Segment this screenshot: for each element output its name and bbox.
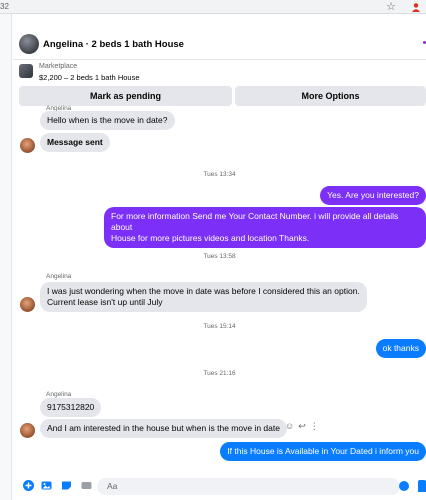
outgoing-message[interactable]: If this House is Available in Your Dated… — [220, 442, 426, 461]
emoji-icon[interactable] — [399, 481, 409, 491]
listing-summary[interactable]: Marketplace $2,200 – 2 beds 1 bath House — [13, 61, 426, 85]
timestamp: Tues 21:16 — [203, 370, 236, 377]
outgoing-message[interactable]: Yes. Are you interested? — [320, 186, 426, 205]
chat-window: Angelina · 2 beds 1 bath House Marketpla… — [13, 30, 426, 500]
message-composer: Aa — [13, 476, 426, 500]
message-line: I was just wondering when the move in da… — [47, 286, 360, 296]
tab-fragment: 32 — [0, 2, 9, 11]
message-actions: ☺ ↩ ⋮ — [285, 421, 319, 432]
browser-toolbar: 32 ☆ — [0, 0, 426, 14]
sender-avatar[interactable] — [20, 138, 35, 153]
message-thread: Angelina Hello when is the move in date?… — [13, 105, 426, 477]
more-options-button[interactable]: More Options — [235, 86, 426, 106]
left-sidebar-edge — [0, 14, 12, 500]
photo-icon[interactable] — [41, 480, 52, 491]
reply-icon[interactable]: ↩ — [298, 421, 306, 432]
incoming-message[interactable]: Hello when is the move in date? — [40, 111, 175, 130]
outgoing-message[interactable]: ok thanks — [375, 339, 426, 358]
message-line: House for more pictures videos and locat… — [111, 233, 310, 243]
incoming-message[interactable]: Message sent — [40, 133, 110, 152]
listing-thumbnail[interactable] — [19, 64, 33, 78]
message-sender: Angelina — [46, 391, 72, 398]
timestamp: Tues 15:14 — [203, 323, 236, 330]
profile-icon[interactable] — [411, 2, 421, 12]
sender-avatar[interactable] — [20, 297, 35, 312]
message-sender: Angelina — [46, 273, 72, 280]
timestamp: Tues 13:34 — [203, 171, 236, 178]
incoming-message[interactable]: I was just wondering when the move in da… — [40, 282, 367, 312]
plus-icon[interactable] — [23, 480, 34, 491]
bookmark-star-icon[interactable]: ☆ — [386, 0, 396, 13]
like-icon[interactable] — [418, 480, 426, 492]
listing-source: Marketplace — [39, 63, 78, 70]
contact-avatar[interactable] — [19, 34, 39, 54]
gif-icon[interactable] — [81, 480, 92, 491]
chat-title[interactable]: Angelina · 2 beds 1 bath House — [43, 39, 184, 50]
incoming-message[interactable]: And I am interested in the house but whe… — [40, 419, 287, 438]
incoming-message[interactable]: 9175312820 — [40, 398, 102, 417]
message-input[interactable]: Aa — [97, 478, 400, 495]
message-line: For more information Send me Your Contac… — [111, 211, 399, 232]
more-icon[interactable]: ⋮ — [310, 421, 319, 432]
react-emoji-icon[interactable]: ☺ — [285, 421, 294, 432]
listing-description: $2,200 – 2 beds 1 bath House — [39, 73, 140, 82]
listing-actions: Mark as pending More Options — [19, 86, 426, 106]
chat-header: Angelina · 2 beds 1 bath House — [13, 30, 426, 60]
sender-avatar[interactable] — [20, 423, 35, 438]
sticker-icon[interactable] — [61, 480, 72, 491]
message-line: Current lease isn't up until July — [47, 297, 163, 307]
timestamp: Tues 13:58 — [203, 253, 236, 260]
outgoing-message[interactable]: For more information Send me Your Contac… — [104, 207, 426, 248]
mark-as-pending-button[interactable]: Mark as pending — [19, 86, 232, 106]
